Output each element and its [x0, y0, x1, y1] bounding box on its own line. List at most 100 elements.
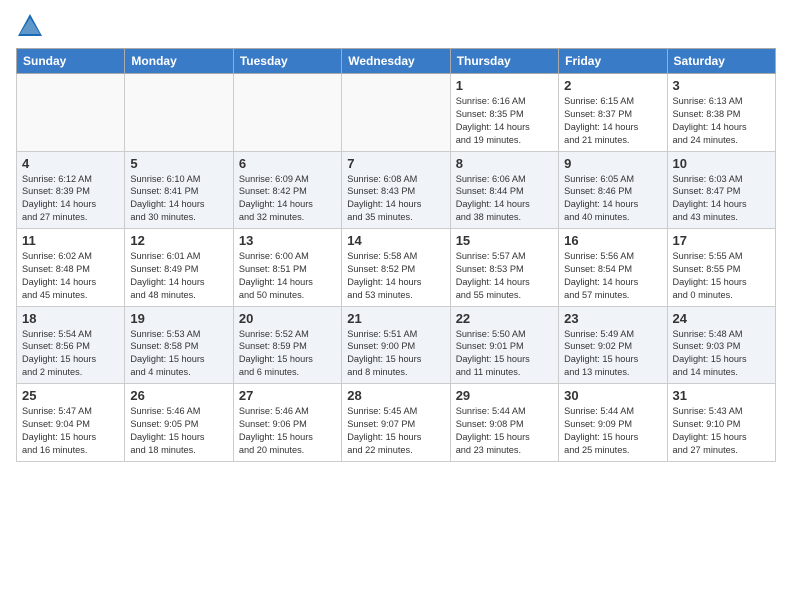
day-cell: 1 Sunrise: 6:16 AM Sunset: 8:35 PM Daylig… [450, 74, 558, 152]
day-cell: 28 Sunrise: 5:45 AM Sunset: 9:07 PM Dayli… [342, 384, 450, 462]
day-cell: 8 Sunrise: 6:06 AM Sunset: 8:44 PM Daylig… [450, 151, 558, 229]
day-info: Sunrise: 5:55 AM Sunset: 8:55 PM Dayligh… [673, 250, 770, 302]
day-info: Sunrise: 5:53 AM Sunset: 8:58 PM Dayligh… [130, 328, 227, 380]
day-info: Sunrise: 5:45 AM Sunset: 9:07 PM Dayligh… [347, 405, 444, 457]
day-info: Sunrise: 6:10 AM Sunset: 8:41 PM Dayligh… [130, 173, 227, 225]
logo-icon [16, 12, 44, 40]
day-info: Sunrise: 6:12 AM Sunset: 8:39 PM Dayligh… [22, 173, 119, 225]
day-info: Sunrise: 6:00 AM Sunset: 8:51 PM Dayligh… [239, 250, 336, 302]
day-cell: 22 Sunrise: 5:50 AM Sunset: 9:01 PM Dayli… [450, 306, 558, 384]
day-info: Sunrise: 5:44 AM Sunset: 9:08 PM Dayligh… [456, 405, 553, 457]
day-number: 11 [22, 233, 119, 248]
day-info: Sunrise: 6:01 AM Sunset: 8:49 PM Dayligh… [130, 250, 227, 302]
day-info: Sunrise: 5:51 AM Sunset: 9:00 PM Dayligh… [347, 328, 444, 380]
day-info: Sunrise: 5:43 AM Sunset: 9:10 PM Dayligh… [673, 405, 770, 457]
day-number: 17 [673, 233, 770, 248]
day-info: Sunrise: 5:49 AM Sunset: 9:02 PM Dayligh… [564, 328, 661, 380]
day-cell: 15 Sunrise: 5:57 AM Sunset: 8:53 PM Dayli… [450, 229, 558, 307]
day-number: 6 [239, 156, 336, 171]
weekday-header-tuesday: Tuesday [233, 49, 341, 74]
day-cell: 5 Sunrise: 6:10 AM Sunset: 8:41 PM Daylig… [125, 151, 233, 229]
day-cell: 31 Sunrise: 5:43 AM Sunset: 9:10 PM Dayli… [667, 384, 775, 462]
day-number: 21 [347, 311, 444, 326]
day-cell: 11 Sunrise: 6:02 AM Sunset: 8:48 PM Dayli… [17, 229, 125, 307]
week-row-2: 4Sunrise: 6:12 AM Sunset: 8:39 PM Daylig… [17, 151, 776, 229]
day-info: Sunrise: 6:13 AM Sunset: 8:38 PM Dayligh… [673, 95, 770, 147]
day-number: 5 [130, 156, 227, 171]
day-number: 22 [456, 311, 553, 326]
day-cell: 14Sunrise: 5:58 AM Sunset: 8:52 PM Dayli… [342, 229, 450, 307]
week-row-4: 18Sunrise: 5:54 AM Sunset: 8:56 PM Dayli… [17, 306, 776, 384]
day-info: Sunrise: 5:58 AM Sunset: 8:52 PM Dayligh… [347, 250, 444, 302]
day-cell: 3 Sunrise: 6:13 AM Sunset: 8:38 PM Daylig… [667, 74, 775, 152]
day-info: Sunrise: 6:09 AM Sunset: 8:42 PM Dayligh… [239, 173, 336, 225]
day-info: Sunrise: 6:16 AM Sunset: 8:35 PM Dayligh… [456, 95, 553, 147]
day-cell [233, 74, 341, 152]
weekday-header-saturday: Saturday [667, 49, 775, 74]
day-cell [17, 74, 125, 152]
day-number: 9 [564, 156, 661, 171]
day-cell: 9Sunrise: 6:05 AM Sunset: 8:46 PM Daylig… [559, 151, 667, 229]
weekday-header-friday: Friday [559, 49, 667, 74]
day-number: 20 [239, 311, 336, 326]
day-cell [342, 74, 450, 152]
day-number: 23 [564, 311, 661, 326]
day-cell: 16 Sunrise: 5:56 AM Sunset: 8:54 PM Dayli… [559, 229, 667, 307]
header [16, 12, 776, 40]
day-number: 27 [239, 388, 336, 403]
day-info: Sunrise: 5:57 AM Sunset: 8:53 PM Dayligh… [456, 250, 553, 302]
day-cell: 24 Sunrise: 5:48 AM Sunset: 9:03 PM Dayli… [667, 306, 775, 384]
day-number: 12 [130, 233, 227, 248]
day-cell: 2 Sunrise: 6:15 AM Sunset: 8:37 PM Daylig… [559, 74, 667, 152]
week-row-5: 25 Sunrise: 5:47 AM Sunset: 9:04 PM Dayli… [17, 384, 776, 462]
day-number: 29 [456, 388, 553, 403]
day-number: 15 [456, 233, 553, 248]
day-number: 7 [347, 156, 444, 171]
week-row-3: 11 Sunrise: 6:02 AM Sunset: 8:48 PM Dayli… [17, 229, 776, 307]
calendar: SundayMondayTuesdayWednesdayThursdayFrid… [16, 48, 776, 462]
day-info: Sunrise: 5:52 AM Sunset: 8:59 PM Dayligh… [239, 328, 336, 380]
day-number: 31 [673, 388, 770, 403]
day-cell: 26 Sunrise: 5:46 AM Sunset: 9:05 PM Dayli… [125, 384, 233, 462]
day-cell: 29 Sunrise: 5:44 AM Sunset: 9:08 PM Dayli… [450, 384, 558, 462]
day-cell: 7 Sunrise: 6:08 AM Sunset: 8:43 PM Daylig… [342, 151, 450, 229]
day-info: Sunrise: 6:02 AM Sunset: 8:48 PM Dayligh… [22, 250, 119, 302]
day-number: 24 [673, 311, 770, 326]
weekday-header-row: SundayMondayTuesdayWednesdayThursdayFrid… [17, 49, 776, 74]
day-info: Sunrise: 5:46 AM Sunset: 9:06 PM Dayligh… [239, 405, 336, 457]
day-cell: 25 Sunrise: 5:47 AM Sunset: 9:04 PM Dayli… [17, 384, 125, 462]
day-number: 25 [22, 388, 119, 403]
day-cell: 20 Sunrise: 5:52 AM Sunset: 8:59 PM Dayli… [233, 306, 341, 384]
day-cell: 21 Sunrise: 5:51 AM Sunset: 9:00 PM Dayli… [342, 306, 450, 384]
day-info: Sunrise: 5:47 AM Sunset: 9:04 PM Dayligh… [22, 405, 119, 457]
day-cell: 17 Sunrise: 5:55 AM Sunset: 8:55 PM Dayli… [667, 229, 775, 307]
day-info: Sunrise: 5:50 AM Sunset: 9:01 PM Dayligh… [456, 328, 553, 380]
day-number: 2 [564, 78, 661, 93]
day-info: Sunrise: 6:06 AM Sunset: 8:44 PM Dayligh… [456, 173, 553, 225]
day-cell: 30 Sunrise: 5:44 AM Sunset: 9:09 PM Dayli… [559, 384, 667, 462]
day-info: Sunrise: 5:56 AM Sunset: 8:54 PM Dayligh… [564, 250, 661, 302]
day-number: 16 [564, 233, 661, 248]
day-number: 26 [130, 388, 227, 403]
day-info: Sunrise: 6:03 AM Sunset: 8:47 PM Dayligh… [673, 173, 770, 225]
weekday-header-thursday: Thursday [450, 49, 558, 74]
day-number: 1 [456, 78, 553, 93]
day-cell: 27 Sunrise: 5:46 AM Sunset: 9:06 PM Dayli… [233, 384, 341, 462]
day-cell: 19Sunrise: 5:53 AM Sunset: 8:58 PM Dayli… [125, 306, 233, 384]
day-info: Sunrise: 5:44 AM Sunset: 9:09 PM Dayligh… [564, 405, 661, 457]
day-cell: 6 Sunrise: 6:09 AM Sunset: 8:42 PM Daylig… [233, 151, 341, 229]
day-cell: 10Sunrise: 6:03 AM Sunset: 8:47 PM Dayli… [667, 151, 775, 229]
day-info: Sunrise: 6:15 AM Sunset: 8:37 PM Dayligh… [564, 95, 661, 147]
day-info: Sunrise: 6:08 AM Sunset: 8:43 PM Dayligh… [347, 173, 444, 225]
weekday-header-wednesday: Wednesday [342, 49, 450, 74]
day-number: 13 [239, 233, 336, 248]
day-number: 30 [564, 388, 661, 403]
weekday-header-monday: Monday [125, 49, 233, 74]
page: SundayMondayTuesdayWednesdayThursdayFrid… [0, 0, 792, 612]
day-number: 3 [673, 78, 770, 93]
day-number: 28 [347, 388, 444, 403]
weekday-header-sunday: Sunday [17, 49, 125, 74]
day-info: Sunrise: 5:48 AM Sunset: 9:03 PM Dayligh… [673, 328, 770, 380]
day-info: Sunrise: 5:46 AM Sunset: 9:05 PM Dayligh… [130, 405, 227, 457]
day-number: 8 [456, 156, 553, 171]
